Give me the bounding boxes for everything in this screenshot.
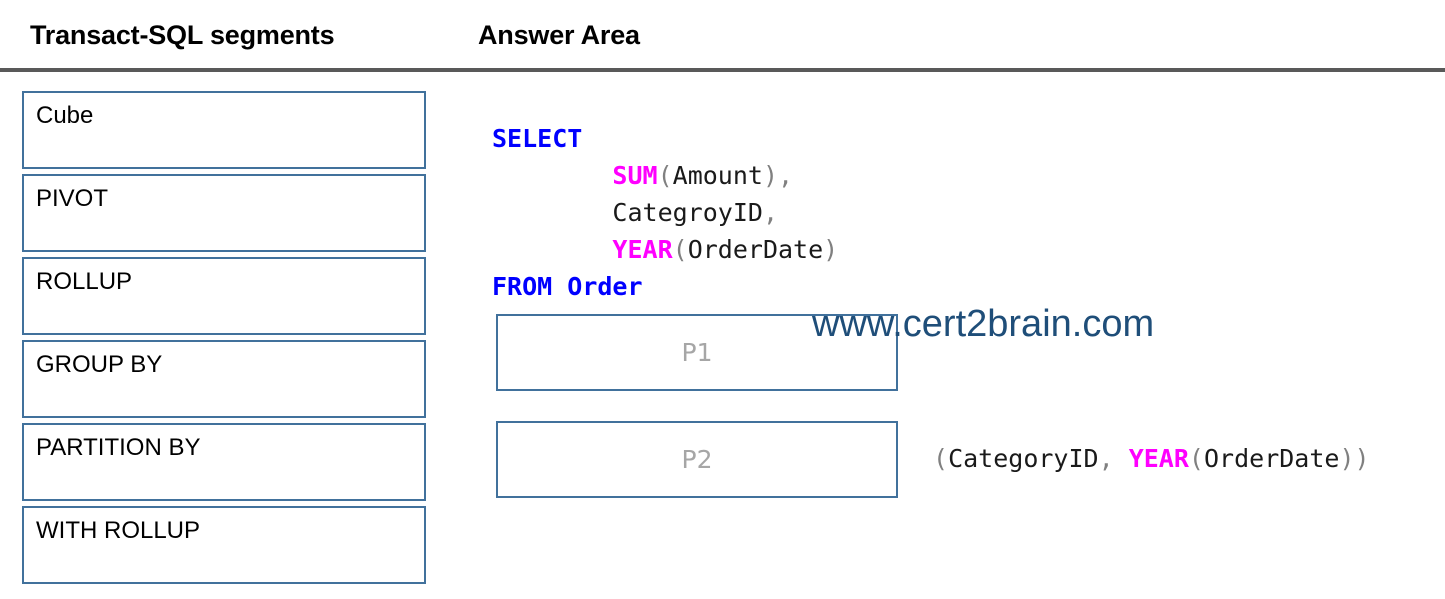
segment-item-label: WITH ROLLUP (36, 517, 201, 544)
sql-comma: , (762, 198, 778, 227)
drop-zone-placeholder: P1 (681, 338, 713, 367)
sql-keyword-select: SELECT (492, 124, 583, 153)
segment-item-with-rollup[interactable]: WITH ROLLUP (22, 506, 426, 584)
segment-item-label: Cube (36, 102, 94, 129)
sql-function-year: YEAR (612, 235, 673, 264)
sql-function-sum: SUM (612, 161, 658, 190)
expression-paren-close: ) (1354, 444, 1370, 473)
segment-item-label: PIVOT (36, 185, 109, 212)
sql-keyword-from: FROM (492, 272, 553, 301)
expression-identifier-categoryid: CategoryID (948, 444, 1099, 473)
expression-inner-paren-open: ( (1188, 444, 1204, 473)
expression-function-year: YEAR (1128, 444, 1189, 473)
sql-paren-open: ( (672, 235, 688, 264)
sql-identifier-order: Order (567, 272, 643, 301)
sql-identifier-amount: Amount (672, 161, 763, 190)
sql-code-block: SELECT SUM(Amount), CategroyID, YEAR(Ord… (492, 120, 838, 305)
answer-area-column-title: Answer Area (478, 20, 640, 50)
segment-item-rollup[interactable]: ROLLUP (22, 257, 426, 335)
expression-comma: , (1098, 444, 1114, 473)
segment-item-label: PARTITION BY (36, 434, 201, 461)
segment-item-pivot[interactable]: PIVOT (22, 174, 426, 252)
segment-item-group-by[interactable]: GROUP BY (22, 340, 426, 418)
group-by-expression: (CategoryID, YEAR(OrderDate)) (933, 444, 1370, 474)
segment-item-partition-by[interactable]: PARTITION BY (22, 423, 426, 501)
segment-item-label: ROLLUP (36, 268, 133, 295)
drop-zone-placeholder: P2 (681, 445, 713, 474)
transact-sql-segments-list: Cube PIVOT ROLLUP GROUP BY PARTITION BY … (22, 91, 426, 589)
expression-inner-paren-close: ) (1339, 444, 1355, 473)
segment-item-cube[interactable]: Cube (22, 91, 426, 169)
sql-paren-open: ( (657, 161, 673, 190)
drop-zone-p2[interactable]: P2 (496, 421, 898, 498)
sql-comma: , (778, 161, 794, 190)
sql-identifier-categroyid: CategroyID (612, 198, 763, 227)
answer-area-panel: SELECT SUM(Amount), CategroyID, YEAR(Ord… (492, 91, 1445, 599)
sql-paren-close: ) (823, 235, 839, 264)
sql-identifier-orderdate: OrderDate (687, 235, 824, 264)
sql-paren-close: ) (762, 161, 779, 190)
segment-item-label: GROUP BY (36, 351, 163, 378)
expression-identifier-orderdate: OrderDate (1203, 444, 1340, 473)
drop-zone-p1[interactable]: P1 (496, 314, 898, 391)
segments-column-title: Transact-SQL segments (30, 20, 335, 50)
header-divider (0, 68, 1445, 72)
header-row: Transact-SQL segments Answer Area (0, 0, 1445, 68)
expression-paren-open: ( (933, 444, 949, 473)
